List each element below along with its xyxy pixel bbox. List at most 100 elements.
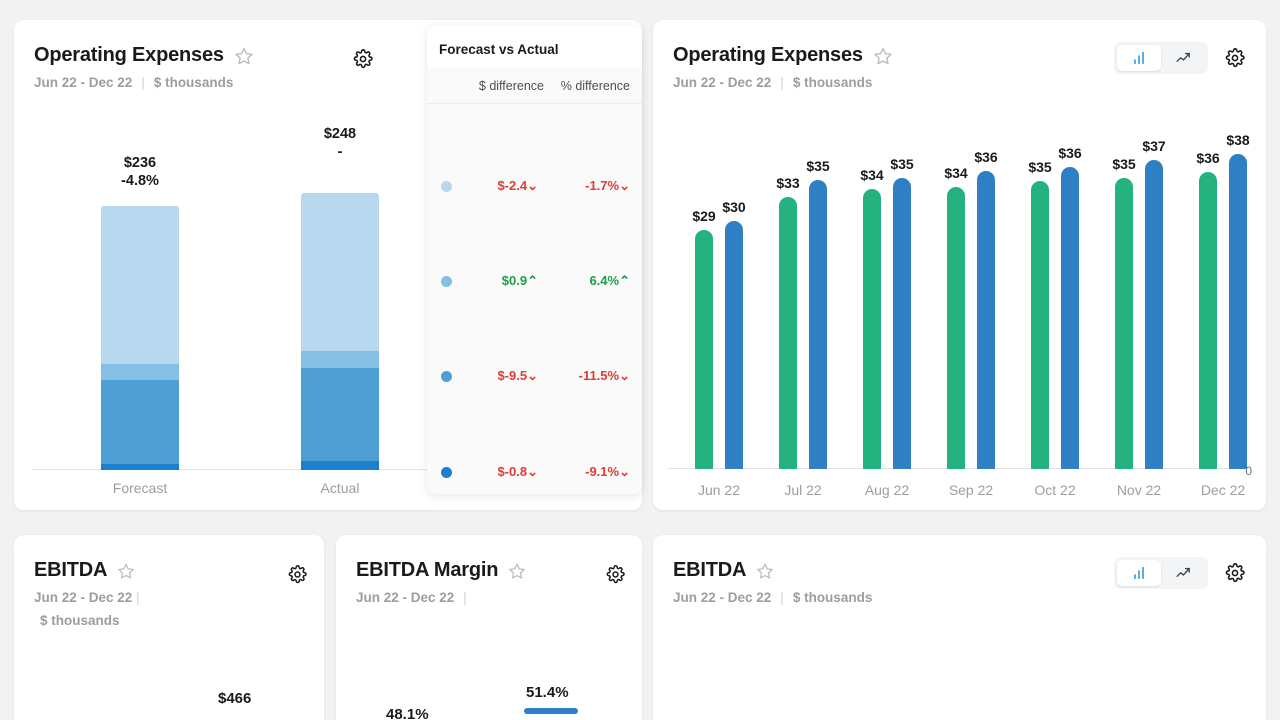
- chart-type-toggle[interactable]: [1114, 42, 1208, 74]
- category-label: Jun 22: [697, 482, 741, 498]
- bar-value-label: $35: [890, 156, 914, 172]
- stack-segment-1: [101, 206, 179, 364]
- header-tools: [276, 559, 312, 589]
- bar-forecast[interactable]: [863, 189, 881, 469]
- star-outline-icon[interactable]: [873, 46, 893, 66]
- card-ebitda-wide: EBITDA Jun 22 - Dec 22 | $ thousands: [653, 535, 1266, 720]
- bar-forecast[interactable]: [1031, 181, 1049, 469]
- bar-wrapper-forecast[interactable]: $36: [1196, 150, 1220, 469]
- page-title: EBITDA Margin: [356, 559, 499, 581]
- title-row: EBITDA: [34, 559, 308, 582]
- subtitle-separator: |: [136, 590, 140, 605]
- bar-wrapper-forecast[interactable]: $33: [776, 175, 800, 469]
- card-subtitle: Jun 22 - Dec 22 |: [356, 590, 626, 605]
- panel-row[interactable]: $-2.4⌄ -1.7%⌄: [427, 170, 642, 202]
- percent-difference-value: -11.5%⌄: [578, 368, 630, 383]
- gear-icon[interactable]: [600, 559, 630, 589]
- bar-wrapper-actual[interactable]: $30: [722, 199, 746, 469]
- bar-value-label: $36: [1058, 145, 1082, 161]
- card-header: EBITDA Jun 22 - Dec 22 | $ thousands: [34, 559, 308, 628]
- toggle-bar-chart[interactable]: [1117, 560, 1161, 586]
- subtitle-separator: |: [780, 75, 784, 90]
- panel-row[interactable]: $0.9⌃ 6.4%⌃: [427, 265, 642, 297]
- series-color-dot: [441, 275, 452, 287]
- margin-value-label-left: 48.1%: [386, 706, 429, 720]
- bar-actual[interactable]: [809, 180, 827, 469]
- panel-row[interactable]: $-9.5⌄ -11.5%⌄: [427, 360, 642, 392]
- bar-wrapper-actual[interactable]: $36: [974, 149, 998, 469]
- bar-wrapper-forecast[interactable]: $29: [692, 208, 716, 469]
- bar-forecast[interactable]: [1115, 178, 1133, 469]
- bar-group[interactable]: $36 $38: [1181, 132, 1265, 469]
- title-row: EBITDA Margin: [356, 559, 626, 582]
- margin-bar-right[interactable]: [524, 708, 578, 714]
- date-range: Jun 22 - Dec 22: [673, 590, 772, 605]
- stacked-total-value: $248: [323, 126, 357, 142]
- bar-wrapper-forecast[interactable]: $35: [1112, 156, 1136, 469]
- gear-icon[interactable]: [1220, 558, 1250, 588]
- bar-forecast[interactable]: [947, 187, 965, 469]
- bar-forecast[interactable]: [1199, 172, 1217, 469]
- subtitle-separator: |: [780, 590, 784, 605]
- percent-difference-value: 6.4%⌃: [589, 273, 630, 288]
- bar-value-label: $35: [1112, 156, 1136, 172]
- bar-wrapper-forecast[interactable]: $34: [944, 165, 968, 469]
- margin-value-label-right: 51.4%: [526, 684, 569, 701]
- bar-actual[interactable]: [893, 178, 911, 469]
- chart-type-toggle[interactable]: [1114, 557, 1208, 589]
- bar-wrapper-forecast[interactable]: $34: [860, 167, 884, 469]
- stacked-bar[interactable]: [101, 206, 179, 470]
- panel-row[interactable]: $-0.8⌄ -9.1%⌄: [427, 456, 642, 488]
- bar-wrapper-actual[interactable]: $37: [1142, 138, 1166, 469]
- stacked-bar[interactable]: [301, 193, 379, 470]
- bar-group[interactable]: $35 $37: [1097, 138, 1181, 469]
- stacked-total-label-group: $236 -4.8%: [90, 154, 190, 190]
- stacked-total-delta: -: [337, 144, 343, 161]
- bar-actual[interactable]: [977, 171, 995, 469]
- subtitle-separator: |: [141, 75, 145, 90]
- bar-actual[interactable]: [1061, 167, 1079, 469]
- stack-segment-3: [101, 379, 179, 464]
- gear-icon[interactable]: [348, 44, 378, 74]
- star-outline-icon[interactable]: [117, 562, 135, 580]
- stacked-column-forecast[interactable]: $236 -4.8% Forecast: [90, 155, 190, 496]
- toggle-line-chart[interactable]: [1161, 560, 1205, 586]
- date-range: Jun 22 - Dec 22: [34, 75, 133, 90]
- bar-wrapper-actual[interactable]: $35: [890, 156, 914, 469]
- bar-wrapper-actual[interactable]: $38: [1226, 132, 1250, 469]
- bar-value-label: $30: [722, 199, 746, 215]
- star-outline-icon[interactable]: [756, 562, 774, 580]
- star-outline-icon[interactable]: [234, 46, 254, 66]
- dashboard-page: Operating Expenses Jun 22 - Dec 22 | $ t…: [0, 0, 1280, 720]
- bar-group[interactable]: $29 $30: [677, 199, 761, 469]
- bar-group[interactable]: $33 $35: [761, 158, 845, 469]
- bar-wrapper-actual[interactable]: $36: [1058, 145, 1082, 469]
- dollar-difference-value: $0.9⌃: [501, 273, 538, 288]
- series-color-dot: [441, 370, 452, 382]
- bar-wrapper-actual[interactable]: $35: [806, 158, 830, 469]
- stacked-column-actual[interactable]: $248 - Actual: [290, 126, 390, 496]
- bar-wrapper-forecast[interactable]: $35: [1028, 159, 1052, 469]
- bar-actual[interactable]: [725, 221, 743, 469]
- bar-group[interactable]: $34 $36: [929, 149, 1013, 469]
- bar-forecast[interactable]: [695, 230, 713, 469]
- page-title: EBITDA: [673, 559, 747, 581]
- bar-group[interactable]: $35 $36: [1013, 145, 1097, 469]
- card-subtitle: Jun 22 - Dec 22 | $ thousands: [673, 590, 1250, 605]
- header-tools: [1114, 42, 1250, 74]
- gear-icon[interactable]: [282, 559, 312, 589]
- bar-actual[interactable]: [1229, 154, 1247, 469]
- toggle-bar-chart[interactable]: [1117, 45, 1161, 71]
- gear-icon[interactable]: [1220, 43, 1250, 73]
- stack-segment-3: [301, 368, 379, 461]
- star-outline-icon[interactable]: [508, 562, 526, 580]
- stack-segment-1: [301, 193, 379, 351]
- subtitle-separator: |: [463, 590, 467, 605]
- bar-forecast[interactable]: [779, 197, 797, 469]
- toggle-line-chart[interactable]: [1161, 45, 1205, 71]
- card-subtitle: Jun 22 - Dec 22 | $ thousands: [673, 75, 1250, 90]
- bar-actual[interactable]: [1145, 160, 1163, 469]
- category-label: Aug 22: [864, 482, 910, 498]
- stacked-total-value: $236: [123, 155, 157, 171]
- bar-group[interactable]: $34 $35: [845, 156, 929, 469]
